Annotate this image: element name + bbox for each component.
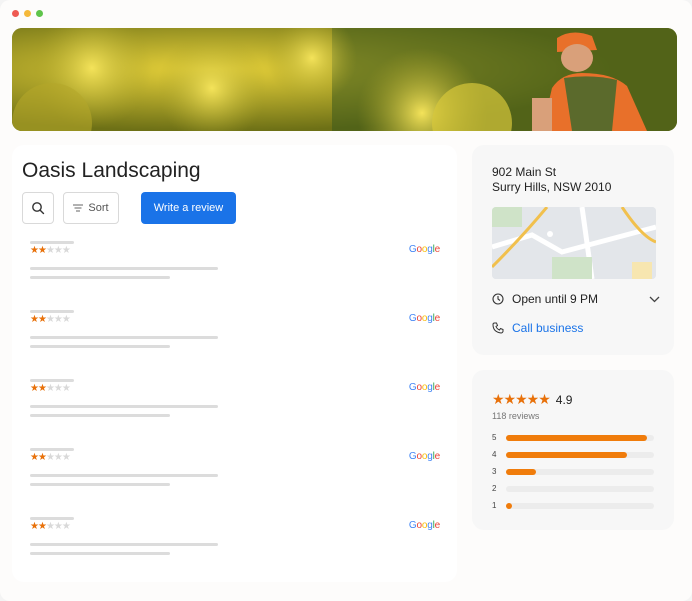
review-stars: ★★★★★ [30, 383, 71, 394]
rating-bar-row: 2 [492, 484, 654, 493]
review-text-placeholder [30, 543, 218, 546]
review-item[interactable]: ★★★★★ Google [30, 448, 442, 498]
rating-header: ★★★★★ 4.9 [492, 391, 572, 408]
reviews-card: Oasis Landscaping Sort Write a review ★★… [12, 145, 457, 582]
rating-bar-fill [506, 434, 647, 441]
review-item[interactable]: ★★★★★ Google [30, 310, 442, 360]
review-text-placeholder [30, 483, 170, 486]
rating-bar-fill [506, 468, 536, 475]
address-line1: 902 Main St [492, 165, 557, 179]
rating-bar-fill [506, 502, 512, 509]
review-count: 118 reviews [492, 411, 540, 421]
rating-bar-row: 4 [492, 450, 654, 459]
reviewer-name-placeholder [30, 379, 74, 382]
map-thumbnail[interactable] [492, 207, 656, 279]
review-stars: ★★★★★ [30, 245, 71, 256]
google-logo: Google [408, 382, 440, 393]
rating-bar-label: 4 [492, 450, 497, 459]
review-item[interactable]: ★★★★★ Google [30, 379, 442, 429]
close-dot[interactable] [12, 10, 19, 17]
review-text-placeholder [30, 336, 218, 339]
app-window: Oasis Landscaping Sort Write a review ★★… [0, 0, 692, 601]
review-item[interactable]: ★★★★★ Google [30, 517, 442, 567]
search-icon [32, 202, 45, 215]
rating-value: 4.9 [555, 392, 573, 407]
rating-summary-card: ★★★★★ 4.9 118 reviews 5 4 3 2 1 [472, 370, 674, 530]
rating-bar-track [506, 434, 654, 441]
window-controls [12, 10, 43, 17]
phone-icon [492, 322, 504, 334]
rating-bar-row: 1 [492, 501, 654, 510]
rating-stars: ★★★★★ [492, 391, 551, 407]
sort-lines-icon [73, 204, 84, 212]
review-text-placeholder [30, 414, 170, 417]
review-text-placeholder [30, 345, 170, 348]
reviewer-name-placeholder [30, 517, 74, 520]
reviewer-name-placeholder [30, 448, 74, 451]
review-text-placeholder [30, 267, 218, 270]
reviews-toolbar: Sort Write a review [22, 192, 236, 224]
review-text-placeholder [30, 552, 170, 555]
review-text-placeholder [30, 405, 218, 408]
rating-bar-track [506, 485, 654, 492]
minimize-dot[interactable] [24, 10, 31, 17]
rating-bar-track [506, 451, 654, 458]
hero-image [12, 28, 677, 131]
rating-bar-label: 3 [492, 467, 497, 476]
rating-bar-fill [506, 451, 628, 458]
call-business-link[interactable]: Call business [512, 321, 583, 335]
review-stars: ★★★★★ [30, 314, 71, 325]
address: 902 Main St Surry Hills, NSW 2010 [492, 165, 611, 195]
review-stars: ★★★★★ [30, 452, 71, 463]
google-logo: Google [408, 313, 440, 324]
write-review-button[interactable]: Write a review [141, 192, 236, 224]
review-text-placeholder [30, 474, 218, 477]
rating-bar-track [506, 468, 654, 475]
rating-bar-track [506, 502, 654, 509]
hours-row[interactable]: Open until 9 PM [492, 292, 660, 306]
rating-bar-row: 3 [492, 467, 654, 476]
google-logo: Google [408, 520, 440, 531]
rating-bar-label: 2 [492, 484, 497, 493]
google-logo: Google [408, 451, 440, 462]
address-line2: Surry Hills, NSW 2010 [492, 180, 612, 194]
hours-text: Open until 9 PM [512, 292, 599, 306]
sort-label: Sort [88, 202, 109, 214]
rating-bar-label: 5 [492, 433, 497, 442]
reviewer-name-placeholder [30, 310, 74, 313]
chevron-down-icon[interactable] [649, 296, 660, 303]
review-item[interactable]: ★★★★★ Google [30, 241, 442, 291]
sort-button[interactable]: Sort [63, 192, 119, 224]
business-name: Oasis Landscaping [22, 159, 201, 182]
clock-icon [492, 293, 504, 305]
maximize-dot[interactable] [36, 10, 43, 17]
review-text-placeholder [30, 276, 170, 279]
reviewer-name-placeholder [30, 241, 74, 244]
rating-bar-label: 1 [492, 501, 497, 510]
location-card: 902 Main St Surry Hills, NSW 2010 Open u… [472, 145, 674, 355]
call-row[interactable]: Call business [492, 321, 583, 335]
review-stars: ★★★★★ [30, 521, 71, 532]
google-logo: Google [408, 244, 440, 255]
rating-bar-row: 5 [492, 433, 654, 442]
search-button[interactable] [22, 192, 54, 224]
